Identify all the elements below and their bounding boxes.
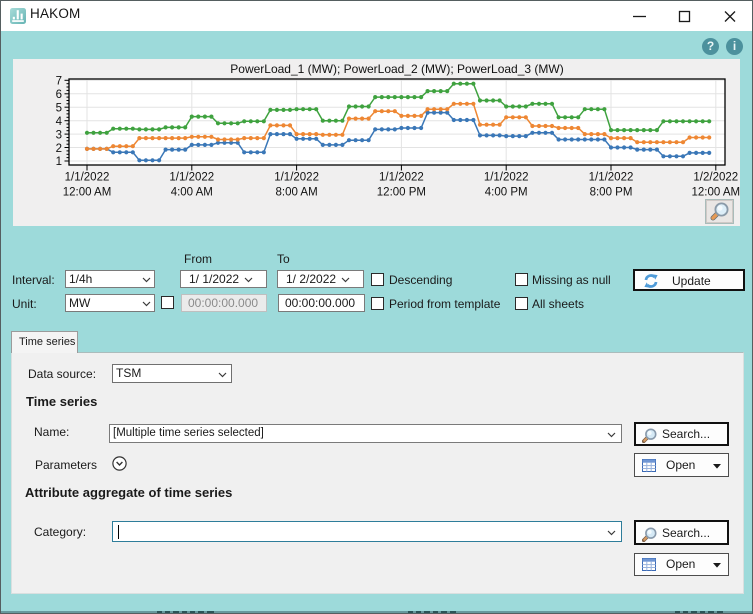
svg-text:4:00 AM: 4:00 AM — [171, 187, 213, 199]
svg-text:3: 3 — [56, 129, 62, 141]
svg-text:1/2/2022: 1/2/2022 — [693, 172, 738, 184]
svg-text:1: 1 — [56, 156, 62, 168]
svg-text:6: 6 — [56, 89, 62, 101]
svg-text:4: 4 — [56, 116, 63, 128]
svg-text:1/1/2022: 1/1/2022 — [589, 172, 634, 184]
svg-text:1/1/2022: 1/1/2022 — [169, 172, 214, 184]
svg-text:12:00 AM: 12:00 AM — [692, 187, 740, 199]
svg-text:1/1/2022: 1/1/2022 — [484, 172, 529, 184]
svg-text:7: 7 — [56, 76, 62, 88]
svg-text:1/1/2022: 1/1/2022 — [65, 172, 110, 184]
svg-text:1/1/2022: 1/1/2022 — [379, 172, 424, 184]
svg-text:8:00 PM: 8:00 PM — [590, 187, 633, 199]
svg-text:8:00 AM: 8:00 AM — [275, 187, 317, 199]
svg-text:12:00 AM: 12:00 AM — [63, 187, 112, 199]
svg-text:PowerLoad_1 (MW); PowerLoad_2: PowerLoad_1 (MW); PowerLoad_2 (MW); Powe… — [230, 62, 563, 76]
svg-text:12:00 PM: 12:00 PM — [377, 187, 426, 199]
svg-text:2: 2 — [56, 143, 62, 155]
svg-text:1/1/2022: 1/1/2022 — [274, 172, 319, 184]
svg-text:4:00 PM: 4:00 PM — [485, 187, 528, 199]
svg-text:5: 5 — [56, 102, 62, 114]
